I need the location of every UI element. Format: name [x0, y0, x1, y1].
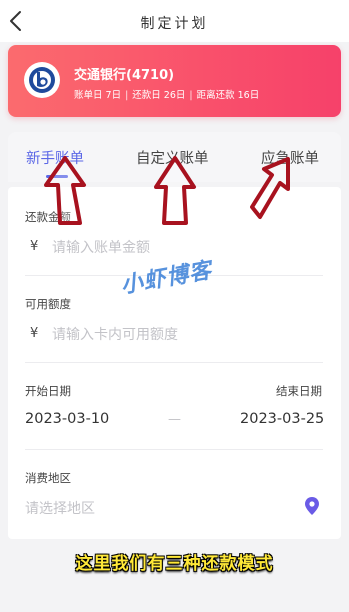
annotation-arrow-icon	[42, 155, 88, 227]
separator: |	[189, 90, 193, 101]
location-pin-icon[interactable]	[305, 497, 319, 515]
available-limit-input[interactable]: 请输入卡内可用额度	[52, 324, 178, 344]
currency-symbol: ¥	[30, 239, 39, 254]
bank-logo-icon	[24, 62, 60, 98]
bank-dates: 账单日 7日 | 还款日 26日 | 距离还款 16日	[74, 87, 259, 101]
start-date-field[interactable]: 2023-03-10	[25, 411, 109, 427]
billing-day: 账单日 7日	[74, 90, 122, 101]
available-limit-label: 可用额度	[25, 297, 71, 311]
divider	[25, 449, 323, 450]
top-bar: 制定计划	[0, 0, 349, 42]
annotation-arrow-icon	[248, 155, 294, 227]
divider	[25, 362, 323, 363]
days-until-repay: 距离还款 16日	[196, 90, 260, 101]
currency-symbol: ¥	[30, 326, 39, 341]
video-caption: 这里我们有三种还款模式	[75, 554, 274, 574]
end-date-field[interactable]: 2023-03-25	[240, 411, 324, 427]
end-date-label: 结束日期	[276, 384, 322, 398]
date-separator: —	[168, 412, 181, 427]
bank-card[interactable]: 交通银行(4710) 账单日 7日 | 还款日 26日 | 距离还款 16日	[8, 45, 341, 117]
plan-form: 还款金额 ¥ 请输入账单金额 可用额度 ¥ 请输入卡内可用额度 开始日期 结束日…	[8, 187, 341, 539]
start-date-label: 开始日期	[25, 384, 71, 398]
annotation-arrow-icon	[152, 155, 198, 227]
region-label: 消费地区	[25, 471, 71, 485]
repay-day: 还款日 26日	[132, 90, 186, 101]
bill-amount-input[interactable]: 请输入账单金额	[52, 237, 150, 257]
separator: |	[125, 90, 129, 101]
page-title: 制定计划	[140, 16, 209, 32]
region-select[interactable]: 请选择地区	[25, 498, 95, 518]
bank-name: 交通银行(4710)	[74, 68, 175, 83]
